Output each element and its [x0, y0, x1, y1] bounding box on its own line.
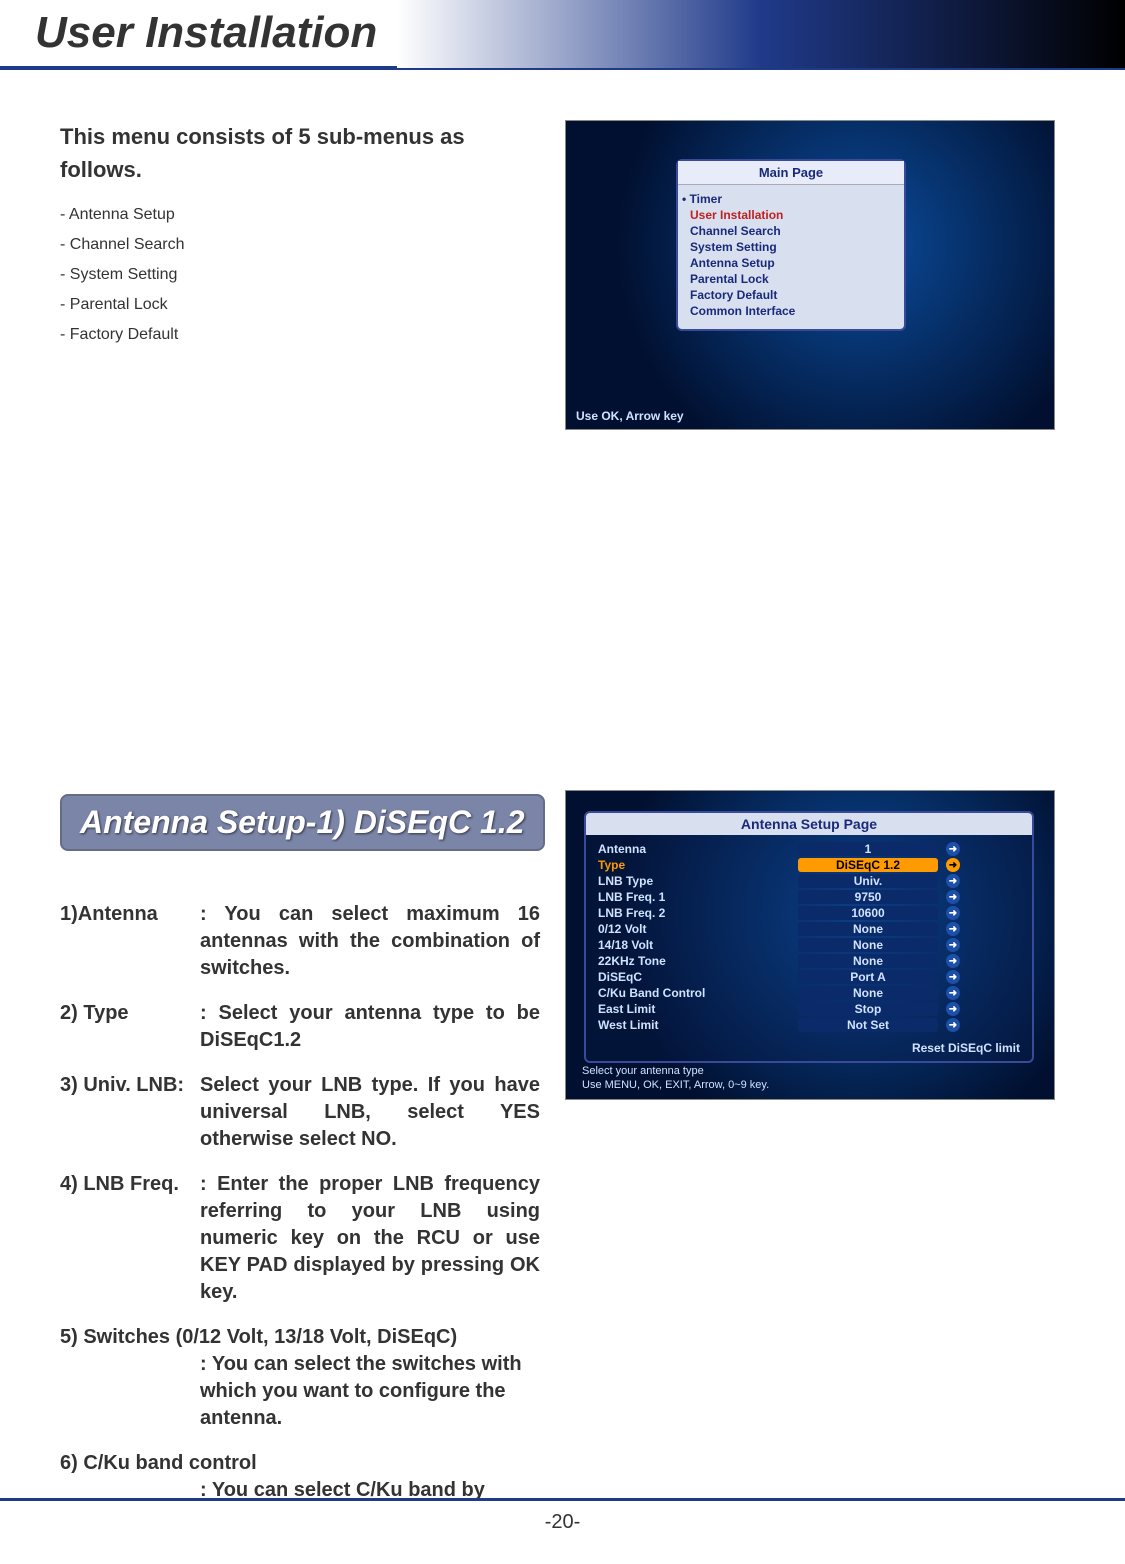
def-desc: : You can select maximum 16 antennas wit… [200, 901, 540, 982]
setup-value: Stop [798, 1002, 938, 1016]
content-area: This menu consists of 5 sub-menus as fol… [0, 70, 1125, 1531]
setup-rows: Antenna1➜TypeDiSEqC 1.2➜LNB TypeUniv.➜LN… [586, 835, 1032, 1039]
setup-value: Univ. [798, 874, 938, 888]
setup-reset: Reset DiSEqC limit [586, 1039, 1032, 1061]
menu-list: • Timer User Installation Channel Search… [678, 185, 904, 329]
page-number: -20- [0, 1511, 1125, 1534]
intro-list: - Antenna Setup - Channel Search - Syste… [60, 206, 520, 344]
setup-key: LNB Type [598, 874, 798, 888]
setup-value: 1 [798, 842, 938, 856]
menu-item: System Setting [690, 239, 892, 255]
menu-item: Parental Lock [690, 271, 892, 287]
setup-box: Antenna Setup Page Antenna1➜TypeDiSEqC 1… [584, 811, 1034, 1063]
setup-key: C/Ku Band Control [598, 986, 798, 1000]
setup-value: Port A [798, 970, 938, 984]
arrow-icon: ➜ [946, 906, 960, 920]
arrow-icon: ➜ [946, 858, 960, 872]
setup-row: East LimitStop ➜ [598, 1001, 1020, 1017]
setup-key: Type [598, 858, 798, 872]
setup-key: Antenna [598, 842, 798, 856]
def-row: 1)Antenna : You can select maximum 16 an… [60, 901, 540, 982]
intro-item: - System Setting [60, 266, 520, 284]
setup-key: LNB Freq. 1 [598, 890, 798, 904]
setup-row: DiSEqCPort A ➜ [598, 969, 1020, 985]
menu-item: Common Interface [690, 303, 892, 319]
intro-item: - Channel Search [60, 236, 520, 254]
def-row: 4) LNB Freq. : Enter the proper LNB freq… [60, 1171, 540, 1306]
setup-title: Antenna Setup Page [586, 813, 1032, 835]
intro-item: - Parental Lock [60, 296, 520, 314]
arrow-icon: ➜ [946, 1018, 960, 1032]
arrow-icon: ➜ [946, 874, 960, 888]
screenshot-main-page: Main Page • Timer User Installation Chan… [565, 120, 1055, 430]
setup-key: DiSEqC [598, 970, 798, 984]
setup-row: 14/18 VoltNone ➜ [598, 937, 1020, 953]
page-footer: -20- [0, 1498, 1125, 1564]
arrow-icon: ➜ [946, 922, 960, 936]
page-header: User Installation [0, 0, 1125, 70]
setup-row: West LimitNot Set ➜ [598, 1017, 1020, 1033]
arrow-icon: ➜ [946, 954, 960, 968]
intro-block: This menu consists of 5 sub-menus as fol… [60, 120, 520, 344]
menu-item: Antenna Setup [690, 255, 892, 271]
setup-hint2: Use MENU, OK, EXIT, Arrow, 0~9 key. [574, 1075, 777, 1095]
menu-box: Main Page • Timer User Installation Chan… [676, 159, 906, 331]
def-desc: : Select your antenna type to be DiSEqC1… [200, 1000, 540, 1054]
setup-row: 22KHz ToneNone ➜ [598, 953, 1020, 969]
def-desc: Select your LNB type. If you have univer… [200, 1072, 540, 1153]
setup-row: LNB Freq. 210600 ➜ [598, 905, 1020, 921]
setup-value: None [798, 922, 938, 936]
def-label: 6) C/Ku band control [60, 1450, 540, 1477]
arrow-icon: ➜ [946, 938, 960, 952]
def-label: 1)Antenna [60, 901, 200, 982]
screenshot-hint: Use OK, Arrow key [576, 409, 684, 423]
setup-row: 0/12 VoltNone ➜ [598, 921, 1020, 937]
setup-value: 9750 [798, 890, 938, 904]
menu-item: Factory Default [690, 287, 892, 303]
setup-row: LNB TypeUniv. ➜ [598, 873, 1020, 889]
def-row: 5) Switches (0/12 Volt, 13/18 Volt, DiSE… [60, 1324, 540, 1432]
menu-item: User Installation [690, 207, 892, 223]
intro-item: - Antenna Setup [60, 206, 520, 224]
setup-row: LNB Freq. 19750 ➜ [598, 889, 1020, 905]
def-desc: : You can select the switches with which… [200, 1351, 540, 1432]
menu-timer: • Timer [682, 191, 892, 207]
setup-row: Antenna1 ➜ [598, 841, 1020, 857]
def-row: 2) Type : Select your antenna type to be… [60, 1000, 540, 1054]
menu-item: Channel Search [690, 223, 892, 239]
arrow-icon: ➜ [946, 970, 960, 984]
setup-value: DiSEqC 1.2 [798, 858, 938, 872]
arrow-icon: ➜ [946, 890, 960, 904]
setup-key: LNB Freq. 2 [598, 906, 798, 920]
def-row: 3) Univ. LNB: Select your LNB type. If y… [60, 1072, 540, 1153]
def-desc: : Enter the proper LNB frequency referri… [200, 1171, 540, 1306]
setup-key: East Limit [598, 1002, 798, 1016]
def-label: 4) LNB Freq. [60, 1171, 200, 1306]
setup-key: 14/18 Volt [598, 938, 798, 952]
setup-key: 22KHz Tone [598, 954, 798, 968]
arrow-icon: ➜ [946, 842, 960, 856]
setup-row: C/Ku Band ControlNone ➜ [598, 985, 1020, 1001]
setup-value: Not Set [798, 1018, 938, 1032]
definitions: 1)Antenna : You can select maximum 16 an… [60, 901, 540, 1531]
setup-value: 10600 [798, 906, 938, 920]
intro-lead: This menu consists of 5 sub-menus as fol… [60, 120, 520, 186]
setup-key: 0/12 Volt [598, 922, 798, 936]
intro-item: - Factory Default [60, 326, 520, 344]
setup-value: None [798, 954, 938, 968]
section-header: Antenna Setup-1) DiSEqC 1.2 [60, 794, 545, 851]
menu-title: Main Page [678, 161, 904, 185]
header-gradient [397, 0, 1125, 68]
def-label: 2) Type [60, 1000, 200, 1054]
setup-row: TypeDiSEqC 1.2 ➜ [598, 857, 1020, 873]
screenshot-antenna-setup: Antenna Setup Page Antenna1➜TypeDiSEqC 1… [565, 790, 1055, 1100]
setup-value: None [798, 986, 938, 1000]
setup-value: None [798, 938, 938, 952]
page-title: User Installation [35, 8, 377, 58]
arrow-icon: ➜ [946, 986, 960, 1000]
arrow-icon: ➜ [946, 1002, 960, 1016]
setup-key: West Limit [598, 1018, 798, 1032]
def-label: 5) Switches (0/12 Volt, 13/18 Volt, DiSE… [60, 1324, 540, 1351]
def-label: 3) Univ. LNB: [60, 1072, 200, 1153]
